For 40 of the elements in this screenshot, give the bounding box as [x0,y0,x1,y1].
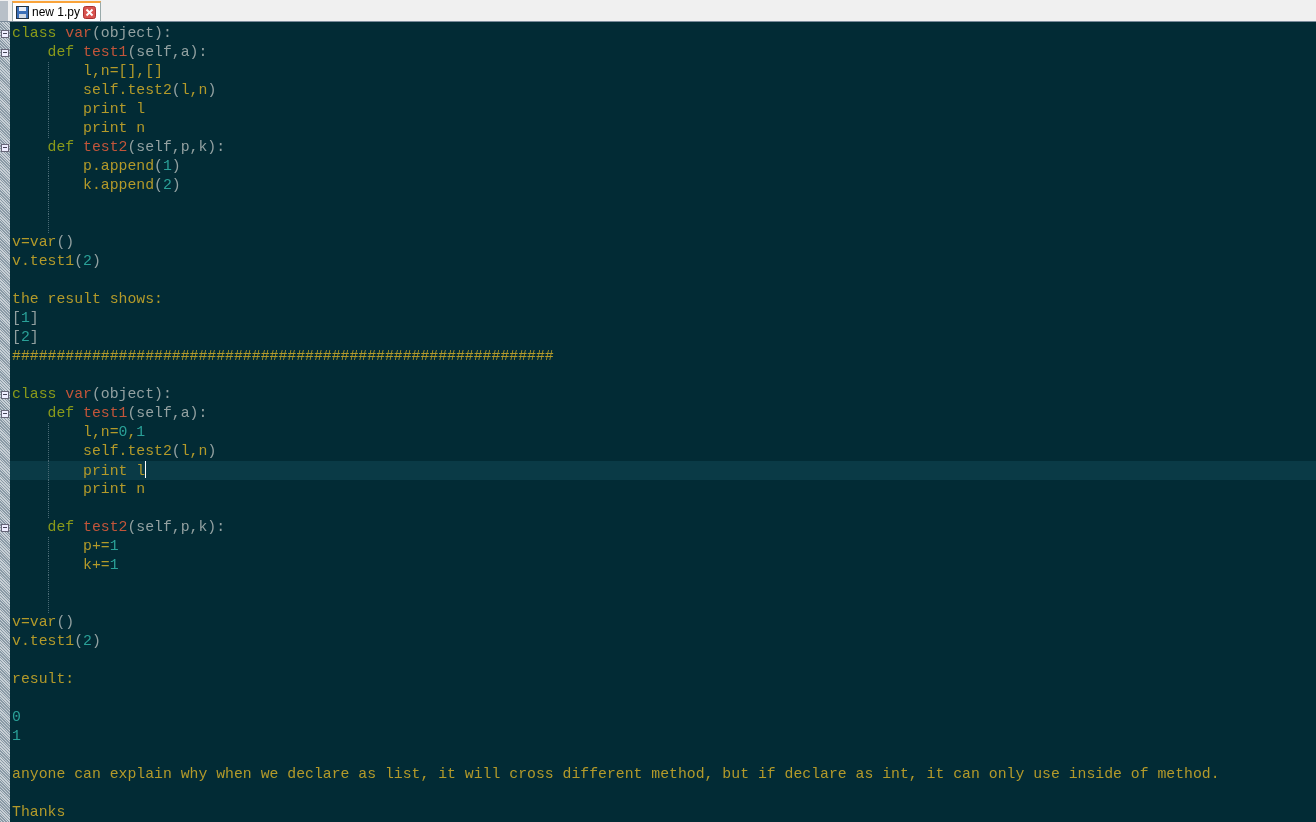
code-line: print n [82,480,146,499]
code-line: ############################################################# [12,347,554,366]
code-line: print l [82,100,146,119]
close-icon[interactable] [83,5,97,19]
code-line: k.append(2) [82,176,181,195]
code-line: p.append(1) [82,157,181,176]
code-line: class var(object): [12,385,172,404]
fold-toggle-icon[interactable] [1,29,9,38]
code-line: Thanks [12,803,66,822]
text-cursor [145,461,147,478]
file-tab[interactable]: new 1.py [12,1,102,21]
fold-toggle-icon[interactable] [1,143,9,152]
fold-toggle-icon[interactable] [1,523,9,532]
code-line: self.test2(l,n) [82,442,217,461]
code-line: v.test1(2) [12,632,101,651]
fold-toggle-icon[interactable] [1,390,9,399]
code-line: [2] [12,328,39,347]
code-line: print n [82,119,146,138]
code-line: def test2(self,p,k): [46,518,226,537]
code-line: anyone can explain why when we declare as list, it will cross different method, but if declare as int, it can only use inside of method. [12,765,1220,784]
code-line: def test2(self,p,k): [46,138,226,157]
code-line: [1] [12,309,39,328]
code-line: result: [12,670,75,689]
code-line: self.test2(l,n) [82,81,217,100]
code-line: def test1(self,a): [46,404,208,423]
code-line: k+=1 [82,556,119,575]
code-line: print l [82,461,147,480]
code-line: v=var() [12,613,75,632]
code-line: l,n=[],[] [82,62,163,81]
code-line: p+=1 [82,537,119,556]
code-line: v.test1(2) [12,252,101,271]
code-line: the result shows: [12,290,163,309]
code-line: class var(object): [12,24,172,43]
code-line: l,n=0,1 [82,423,146,442]
fold-toggle-icon[interactable] [1,48,9,57]
code-line: def test1(self,a): [46,43,208,62]
code-line: v=var() [12,233,75,252]
fold-toggle-icon[interactable] [1,409,9,418]
code-line: 0 [12,708,21,727]
code-line: 1 [12,727,21,746]
